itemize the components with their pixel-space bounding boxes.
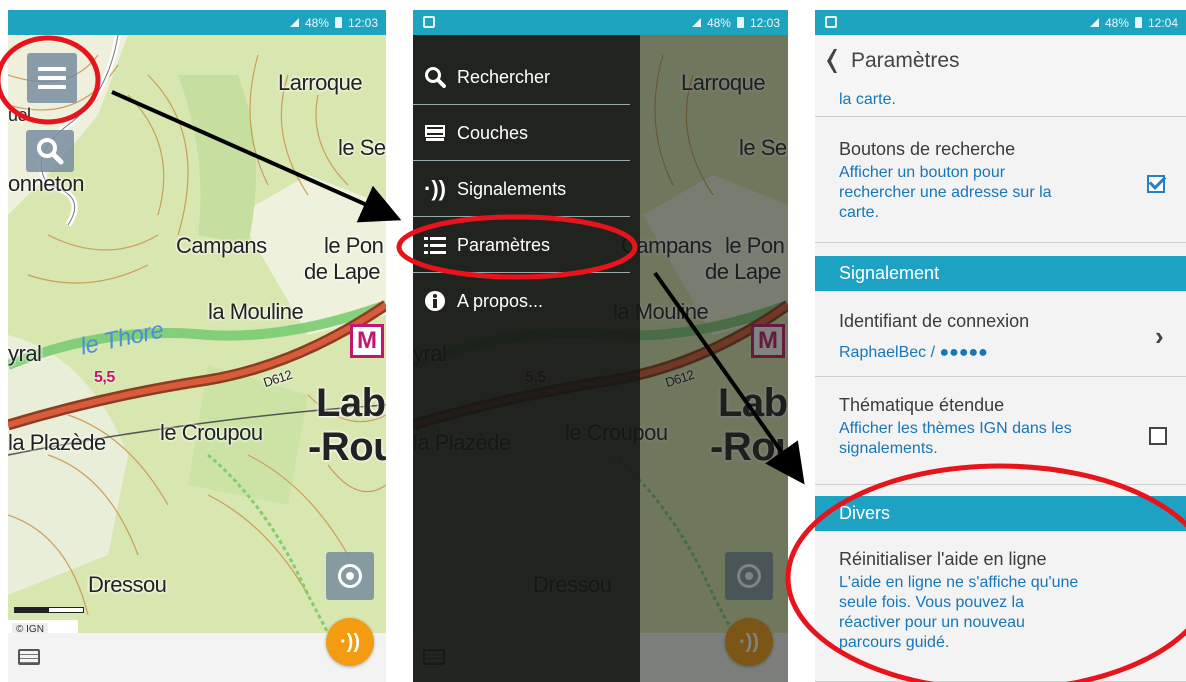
list-icon <box>413 236 457 254</box>
hamburger-icon <box>38 67 66 89</box>
pref-desc: L'aide en ligne ne s'affiche qu'une <box>839 574 1079 591</box>
phone-screen-settings: 48% 12:04 Paramètres la carte. Boutons d… <box>815 10 1186 682</box>
pref-desc: réactiver pour un nouveau <box>839 614 1025 631</box>
metro-marker: M <box>350 324 384 358</box>
map-label: la Mouline <box>208 299 304 324</box>
back-icon[interactable] <box>827 49 837 73</box>
drawer-item-label: Signalements <box>457 178 567 199</box>
pref-desc: carte. <box>839 204 880 221</box>
signal-icon: ·)) <box>424 176 446 201</box>
phone-screen-map: 48% 12:03 Larroque uel le Se onneton Cam… <box>8 10 386 682</box>
drawer-item-label: Couches <box>457 122 529 143</box>
pref-desc-snippet: la carte. <box>839 91 896 108</box>
layers-icon <box>413 124 457 142</box>
tutorial-canvas: 48% 12:03 Larroque uel le Se onneton Cam… <box>0 0 1186 682</box>
map-label: de Lape <box>304 259 381 284</box>
target-icon <box>338 564 362 588</box>
pref-title: Réinitialiser l'aide en ligne <box>839 549 1047 569</box>
locate-button[interactable] <box>326 552 374 600</box>
id-card-icon[interactable] <box>18 649 40 665</box>
notification-icon <box>423 16 435 28</box>
map-background <box>8 35 386 633</box>
drawer-item-rechercher[interactable]: Rechercher <box>413 49 640 105</box>
pref-desc: signalements. <box>839 440 938 457</box>
navigation-drawer: Rechercher Couches ·)) Signalements Para… <box>413 35 640 682</box>
search-button[interactable] <box>26 130 74 172</box>
map-label: yral <box>8 341 42 366</box>
map-label: Larroque <box>278 70 363 95</box>
map-label: -Rou <box>308 425 386 469</box>
map-label: la Plazède <box>8 430 106 455</box>
drawer-item-label: A propos... <box>457 290 544 311</box>
drawer-item-parametres[interactable]: Paramètres <box>413 217 640 273</box>
drawer-item-signalements[interactable]: ·)) Signalements <box>413 161 640 217</box>
pref-desc: rechercher une adresse sur la <box>839 184 1052 201</box>
ign-attribution: © IGN <box>12 623 48 633</box>
pref-search-buttons[interactable]: Boutons de recherche Afficher un bouton … <box>815 117 1186 243</box>
menu-button[interactable] <box>27 53 77 103</box>
section-header-signalement: Signalement <box>815 256 1186 291</box>
settings-header: Paramètres la carte. <box>815 35 1186 117</box>
clock: 12:03 <box>347 15 378 30</box>
map-label: uel <box>8 105 31 125</box>
battery-icon <box>736 17 744 28</box>
map-label: Campans <box>176 233 267 258</box>
map-label: Dressou <box>88 572 167 597</box>
status-bar: 48% 12:03 <box>8 10 386 35</box>
pref-desc: parcours guidé. <box>839 634 950 651</box>
battery-percent: 48% <box>1104 15 1129 30</box>
section-header-divers: Divers <box>815 496 1186 531</box>
clock: 12:03 <box>749 15 780 30</box>
map-label: le Pon <box>324 233 384 258</box>
map-view[interactable]: Larroque uel le Se onneton Campans le Po… <box>8 35 386 633</box>
battery-icon <box>1134 17 1142 28</box>
signal-icon <box>289 18 299 27</box>
pref-extended-theme[interactable]: Thématique étendue Afficher les thèmes I… <box>815 377 1186 485</box>
broadcast-icon: ·)) <box>340 630 360 653</box>
chevron-right-icon: › <box>1155 321 1164 351</box>
pref-title: Boutons de recherche <box>839 139 1016 159</box>
battery-percent: 48% <box>304 15 329 30</box>
status-bar: 48% 12:04 <box>815 10 1186 35</box>
battery-percent: 48% <box>706 15 731 30</box>
page-title: Paramètres <box>851 49 960 72</box>
map-label: le Croupou <box>160 420 263 445</box>
map-label: Laba <box>316 381 386 425</box>
drawer-item-couches[interactable]: Couches <box>413 105 640 161</box>
map-scale <box>14 607 84 613</box>
search-icon <box>37 138 64 165</box>
status-bar: 48% 12:03 <box>413 10 788 35</box>
map-label: 5,5 <box>94 369 115 386</box>
clock: 12:04 <box>1147 15 1178 30</box>
extended-theme-checkbox[interactable] <box>1149 427 1167 445</box>
search-icon <box>413 66 457 88</box>
phone-screen-drawer: 48% 12:03 Larroque le Se Campans le Pon … <box>413 10 788 682</box>
pref-desc: Afficher un bouton pour <box>839 164 1006 181</box>
pref-title: Identifiant de connexion <box>839 311 1030 331</box>
battery-icon <box>334 17 342 28</box>
map-label: le Se <box>338 135 386 160</box>
drawer-item-a-propos[interactable]: A propos... <box>413 273 640 329</box>
pref-title: Thématique étendue <box>839 395 1005 415</box>
search-buttons-checkbox[interactable] <box>1147 175 1165 193</box>
pref-desc: Afficher les thèmes IGN dans les <box>839 420 1072 437</box>
pref-value: RaphaelBec / ●●●●● <box>839 344 988 361</box>
map-label: onneton <box>8 171 85 196</box>
info-icon <box>413 290 457 312</box>
pref-desc: seule fois. Vous pouvez la <box>839 594 1025 611</box>
drawer-item-label: Paramètres <box>457 234 551 255</box>
report-button[interactable]: ·)) <box>326 618 374 666</box>
pref-login[interactable]: Identifiant de connexion RaphaelBec / ●●… <box>815 291 1186 377</box>
notification-icon <box>825 16 837 28</box>
pref-reset-help[interactable]: Réinitialiser l'aide en ligne L'aide en … <box>815 531 1186 682</box>
drawer-item-label: Rechercher <box>457 66 551 87</box>
signal-icon <box>1089 18 1099 27</box>
signal-icon <box>691 18 701 27</box>
